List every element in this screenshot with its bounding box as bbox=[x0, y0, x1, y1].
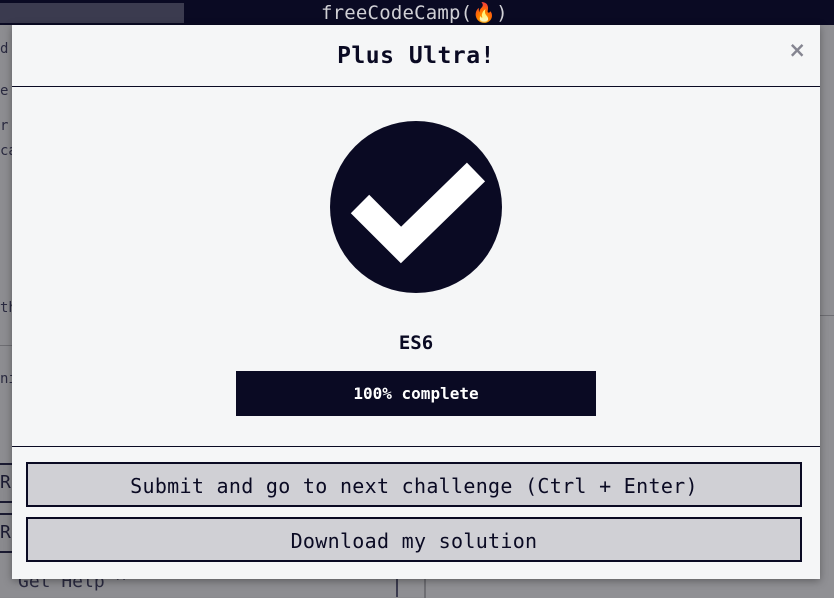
instructions-text-fragment: d bbox=[0, 41, 9, 57]
completion-progress-bar: 100% complete bbox=[236, 371, 596, 416]
modal-body: ES6 100% complete bbox=[12, 87, 820, 447]
modal-footer: Submit and go to next challenge (Ctrl + … bbox=[12, 447, 820, 579]
submit-next-challenge-button[interactable]: Submit and go to next challenge (Ctrl + … bbox=[26, 462, 802, 507]
modal-header: Plus Ultra! × bbox=[12, 25, 820, 87]
instructions-text-fragment: e bbox=[0, 83, 9, 99]
progress-label: 100% complete bbox=[353, 384, 479, 403]
top-navbar: freeCodeCamp(🔥) bbox=[0, 0, 834, 25]
challenge-complete-modal: Plus Ultra! × ES6 100% complete Submit a… bbox=[12, 25, 820, 579]
download-solution-button[interactable]: Download my solution bbox=[26, 517, 802, 562]
navbar-search-input[interactable] bbox=[0, 3, 184, 23]
freecodecamp-logo[interactable]: freeCodeCamp(🔥) bbox=[321, 1, 508, 24]
checkmark-circle-icon bbox=[330, 121, 502, 293]
instructions-text-fragment: r bbox=[0, 118, 9, 134]
close-icon[interactable]: × bbox=[788, 38, 806, 62]
modal-title: Plus Ultra! bbox=[337, 43, 495, 69]
block-name: ES6 bbox=[398, 332, 434, 354]
